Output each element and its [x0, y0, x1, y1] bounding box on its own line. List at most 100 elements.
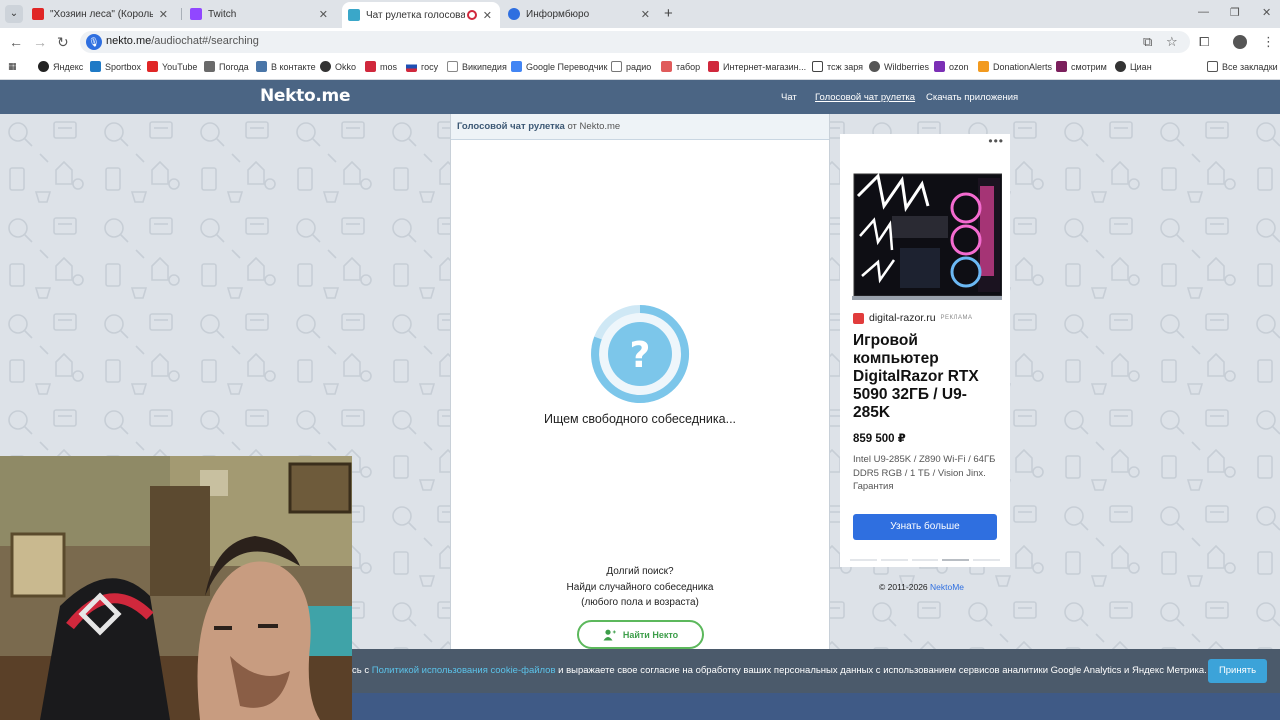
- tab-title: Информбюро: [526, 8, 590, 20]
- tab-search-icon[interactable]: ⌄: [5, 5, 23, 23]
- long-search-hint: Долгий поиск? Найди случайного собеседни…: [451, 564, 829, 611]
- bookmark-wikipedia[interactable]: Википедия: [447, 61, 507, 72]
- close-icon[interactable]: ✕: [641, 8, 650, 21]
- nav-download-apps[interactable]: Скачать приложения: [926, 92, 1018, 103]
- nav-chat[interactable]: Чат: [781, 92, 797, 103]
- bookmark-star-icon[interactable]: ☆: [1166, 34, 1178, 50]
- bookmark-google-translate[interactable]: Google Переводчик: [511, 61, 607, 72]
- apps-grid-icon[interactable]: ▦: [8, 61, 17, 72]
- question-mark-icon: ?: [630, 335, 651, 376]
- forward-icon[interactable]: →: [33, 34, 47, 50]
- browser-tab-bar: ⌄ "Хозяин леса" (Король и Шут) ✕ Twitch …: [0, 0, 1280, 28]
- extensions-icon[interactable]: ⧠: [1199, 34, 1209, 50]
- long-search-line-2: Найди случайного собеседника: [566, 581, 714, 593]
- ad-menu-icon[interactable]: •••: [988, 134, 1004, 148]
- profile-avatar[interactable]: [1233, 35, 1247, 49]
- tab-title: "Хозяин леса" (Король и Шут): [50, 8, 153, 20]
- site-logo[interactable]: Nekto.me: [260, 86, 350, 106]
- nekto-icon: [348, 9, 360, 21]
- searching-status: Ищем свободного собеседника...: [543, 412, 737, 426]
- twitch-icon: [190, 8, 202, 20]
- site-info-icon[interactable]: 🎙: [86, 34, 102, 50]
- chat-header: Голосовой чат рулетка от Nekto.me: [451, 114, 829, 140]
- recording-icon: [466, 10, 477, 20]
- bookmark-shop[interactable]: Интернет-магазин...: [708, 61, 806, 72]
- bookmark-donationalerts[interactable]: DonationAlerts: [978, 61, 1052, 72]
- bookmark-cian[interactable]: Циан: [1115, 61, 1152, 72]
- address-bar[interactable]: 🎙 nekto.me/audiochat#/searching: [80, 31, 1190, 53]
- url-text[interactable]: nekto.me/audiochat#/searching: [106, 35, 259, 47]
- bookmark-okko[interactable]: Okko: [320, 61, 356, 72]
- copyright: © 2011-2026 NektoMe: [879, 582, 964, 592]
- cookie-text-start: сь с: [352, 665, 372, 676]
- menu-icon[interactable]: ⋮: [1262, 34, 1275, 50]
- bookmark-wildberries[interactable]: Wildberries: [869, 61, 929, 72]
- ad-price: 859 500 ₽: [853, 433, 906, 445]
- bookmark-youtube[interactable]: YouTube: [147, 61, 197, 72]
- cookie-text-end: и выражаете свое согласие на обработку в…: [555, 665, 1207, 676]
- tab-separator: [181, 8, 182, 20]
- tab-title: Twitch: [208, 8, 237, 20]
- bookmark-yandex[interactable]: Яндекс: [38, 61, 83, 72]
- bookmark-radio[interactable]: радио: [611, 61, 651, 72]
- ad-pager-dot[interactable]: [911, 559, 939, 561]
- close-icon[interactable]: ✕: [483, 9, 492, 22]
- webcam-video-image: [0, 456, 352, 720]
- ad-title[interactable]: Игровой компьютер DigitalRazor RTX 5090 …: [853, 332, 1003, 422]
- tab-youtube[interactable]: "Хозяин леса" (Король и Шут) ✕: [26, 3, 176, 25]
- bookmark-ozon[interactable]: ozon: [934, 61, 969, 72]
- all-bookmarks[interactable]: Все закладки: [1207, 61, 1278, 72]
- bookmark-pogoda[interactable]: Погода: [204, 61, 249, 72]
- back-icon[interactable]: ←: [9, 34, 23, 50]
- user-add-icon: [603, 629, 616, 640]
- close-icon[interactable]: ✕: [319, 8, 328, 21]
- close-window-icon[interactable]: ✕: [1262, 6, 1271, 19]
- new-tab-button[interactable]: +: [664, 5, 673, 22]
- ad-pager[interactable]: [850, 559, 1000, 561]
- ad-banner[interactable]: ••• digital-razor.ru РЕКЛАМА Игровой ком…: [840, 134, 1010, 567]
- bookmark-gosu[interactable]: госу: [406, 61, 438, 72]
- bookmark-vk[interactable]: В контакте: [256, 61, 316, 72]
- nav-voice-chat[interactable]: Голосовой чат рулетка: [815, 92, 915, 103]
- find-nekto-label: Найти Некто: [622, 629, 679, 640]
- long-search-line-1: Долгий поиск?: [606, 566, 674, 577]
- copyright-text: © 2011-2026: [879, 582, 931, 592]
- chat-header-subtitle: от Nekto.me: [564, 121, 621, 132]
- tab-informburo[interactable]: Информбюро ✕: [502, 3, 658, 25]
- minimize-icon[interactable]: —: [1198, 6, 1209, 18]
- ad-learn-more-button[interactable]: Узнать больше: [853, 514, 997, 540]
- bookmark-tabor[interactable]: табор: [661, 61, 700, 72]
- ad-pc-image[interactable]: [848, 156, 1002, 306]
- ad-pager-dot[interactable]: [850, 559, 877, 561]
- ad-pager-dot[interactable]: [973, 559, 1000, 561]
- globe-icon: [508, 8, 520, 20]
- youtube-icon: [32, 8, 44, 20]
- find-nekto-button[interactable]: Найти Некто: [577, 620, 704, 649]
- cookie-accept-button[interactable]: Принять: [1208, 659, 1267, 683]
- cast-icon[interactable]: ⧉: [1143, 34, 1152, 50]
- bookmark-smotrim[interactable]: смотрим: [1056, 61, 1107, 72]
- page-bottom-strip: [352, 693, 1280, 720]
- ad-pager-dot-active[interactable]: [942, 559, 970, 561]
- ad-pager-dot[interactable]: [880, 559, 908, 561]
- bookmark-mos[interactable]: mos: [365, 61, 397, 72]
- chat-panel: Голосовой чат рулетка от Nekto.me ? Ищем…: [450, 114, 830, 654]
- webcam-overlay: [0, 456, 352, 720]
- copyright-link[interactable]: NektoMe: [930, 582, 964, 592]
- restore-icon[interactable]: ❐: [1230, 6, 1240, 19]
- bookmark-tszh[interactable]: тсж заря: [812, 61, 863, 72]
- ad-brand-domain: digital-razor.ru: [869, 312, 936, 324]
- ad-brand[interactable]: digital-razor.ru РЕКЛАМА: [853, 312, 972, 324]
- ad-description: Intel U9-285K / Z890 Wi-Fi / 64ГБ DDR5 R…: [853, 454, 996, 492]
- close-icon[interactable]: ✕: [159, 8, 168, 21]
- browser-toolbar: ← → ↻ 🎙 nekto.me/audiochat#/searching ⧉ …: [0, 28, 1280, 56]
- digital-razor-logo-icon: [853, 312, 864, 324]
- bookmark-sportbox[interactable]: Sportbox: [90, 61, 141, 72]
- long-search-line-3: (любого пола и возраста): [581, 597, 699, 608]
- reload-icon[interactable]: ↻: [57, 34, 69, 50]
- tab-nekto-active[interactable]: Чат рулетка голосовая — ✕: [342, 2, 500, 28]
- searching-spinner-icon: ?: [591, 305, 690, 403]
- tab-twitch[interactable]: Twitch ✕: [184, 3, 336, 25]
- chat-header-title: Голосовой чат рулетка: [457, 121, 565, 132]
- cookie-policy-link[interactable]: Политикой использования cookie-файлов: [372, 665, 556, 676]
